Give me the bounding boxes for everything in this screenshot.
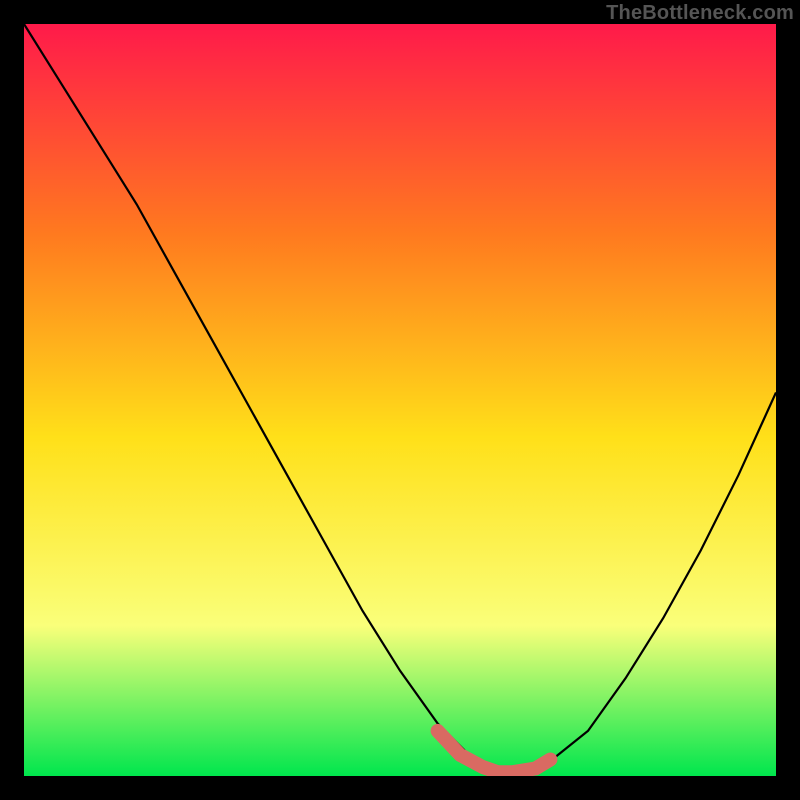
watermark-label: TheBottleneck.com (606, 2, 794, 25)
chart-svg (24, 24, 776, 776)
gradient-bg (24, 24, 776, 776)
chart-frame (24, 24, 776, 776)
